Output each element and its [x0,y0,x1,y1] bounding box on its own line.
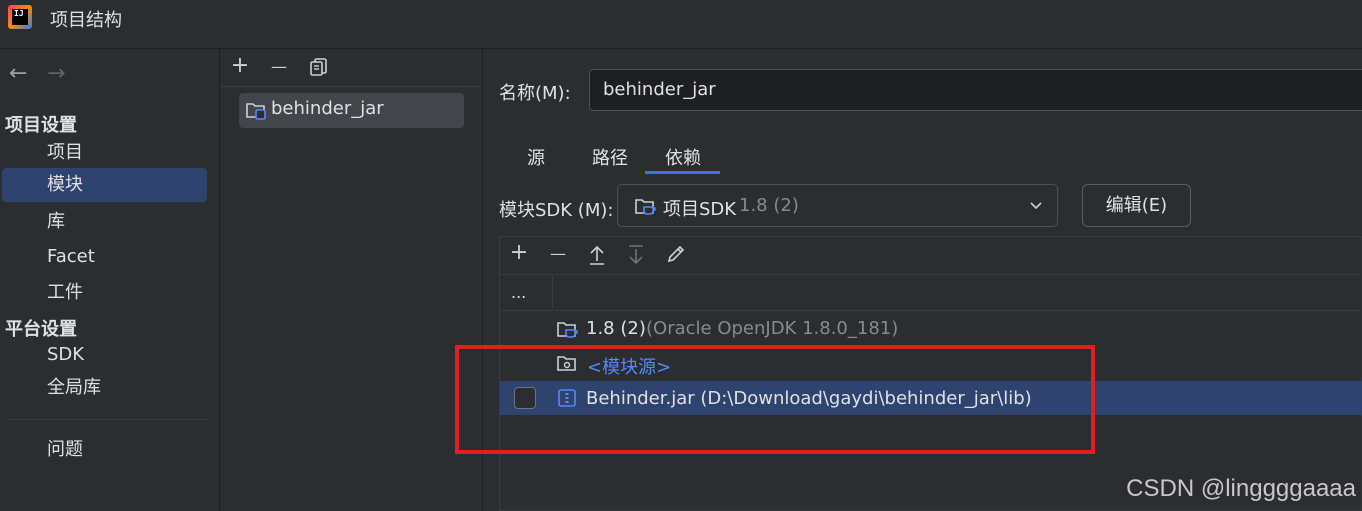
nav-item-sdks[interactable]: SDK [2,338,207,372]
edit-sdk-button[interactable]: 编辑(E) [1082,184,1191,227]
remove-dependency-button[interactable]: — [546,244,570,263]
dependency-row-jdk[interactable]: 1.8 (2) (Oracle OpenJDK 1.8.0_181) [500,311,1362,345]
add-dependency-button[interactable]: + [507,240,531,265]
nav-item-libraries[interactable]: 库 [2,205,207,239]
move-down-icon[interactable] [626,244,646,271]
jdk-detail: (Oracle OpenJDK 1.8.0_181) [646,318,899,339]
nav-divider [8,419,208,420]
forward-arrow-icon[interactable]: → [47,61,65,86]
active-tab-indicator [645,171,720,174]
name-label: 名称(M): [499,83,571,104]
module-list-item[interactable]: behinder_jar [239,93,464,128]
add-module-button[interactable]: + [228,53,252,78]
nav-item-problems[interactable]: 问题 [2,433,207,467]
intellij-app-icon: IJ [8,5,32,29]
jdk-folder-icon [556,319,580,346]
copy-module-icon[interactable] [309,57,329,82]
module-name: behinder_jar [271,98,384,119]
nav-item-artifacts[interactable]: 工件 [2,276,207,310]
tab-dependencies[interactable]: 依赖 [655,144,711,170]
nav-item-project[interactable]: 项目 [2,136,207,170]
tab-sources[interactable]: 源 [516,144,556,170]
move-up-icon[interactable] [587,244,607,271]
sdk-combo-value: 项目SDK [663,199,737,220]
nav-item-facets[interactable]: Facet [2,240,207,274]
remove-module-button[interactable]: — [267,57,291,76]
module-sdk-label: 模块SDK (M): [499,200,614,221]
title-bar: IJ 项目结构 [0,0,1362,49]
header-column-divider [552,275,553,309]
modules-toolbar-divider [220,86,482,87]
tab-paths[interactable]: 路径 [585,144,635,170]
sdk-folder-icon [634,196,658,223]
nav-item-modules[interactable]: 模块 [2,168,207,202]
window-title: 项目结构 [50,10,122,31]
project-settings-heading: 项目设置 [5,115,77,136]
dependencies-table-header: ... [500,274,1362,311]
name-field-value: behinder_jar [603,79,716,100]
module-sdk-combo[interactable]: 项目SDK 1.8 (2) [617,184,1058,227]
name-field[interactable]: behinder_jar [589,69,1362,111]
export-column-header[interactable]: ... [511,283,526,302]
jdk-name: 1.8 (2) [586,318,646,339]
chevron-down-icon [1028,197,1044,218]
sdk-combo-version: 1.8 (2) [739,195,799,216]
watermark-text: CSDN @linggggaaaa [1126,475,1356,502]
nav-item-global-libraries[interactable]: 全局库 [2,371,207,405]
highlight-annotation-box [455,345,1095,454]
edit-dependency-icon[interactable] [665,243,687,270]
module-folder-icon [245,100,267,125]
back-arrow-icon[interactable]: ← [9,61,27,86]
